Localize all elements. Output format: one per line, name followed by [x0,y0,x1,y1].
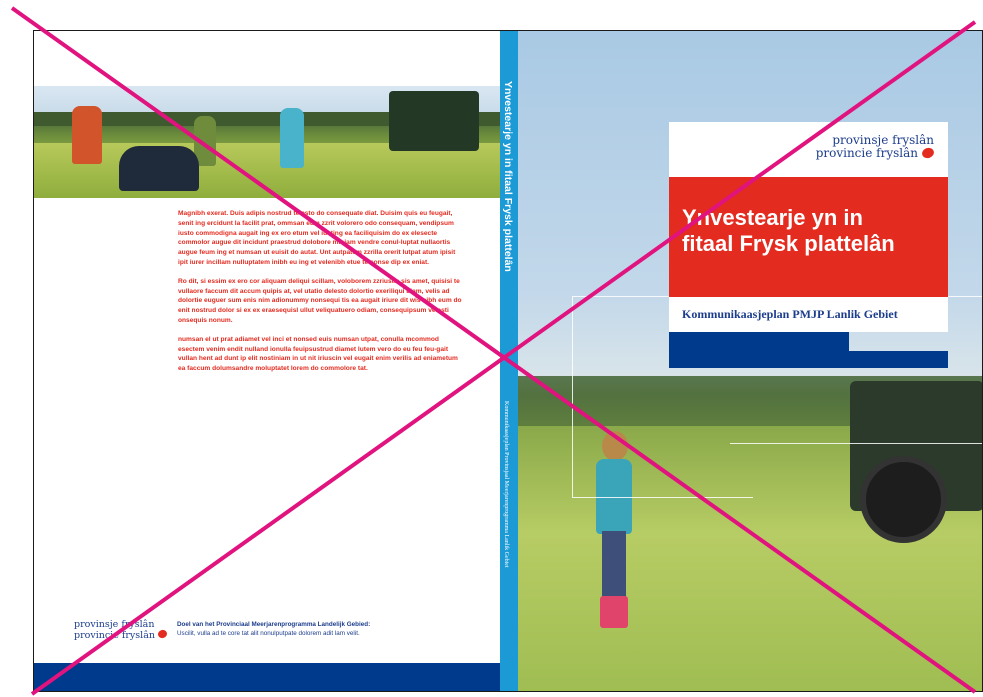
back-cover-photo [34,86,500,198]
cover-subtitle: Kommunikaasjeplan PMJP Lanlik Gebiet [682,307,898,321]
child-figure [72,106,102,164]
heart-logo-icon [156,628,169,640]
cover-title: Ynvestearje yn in fitaal Frysk plattelân [682,205,895,256]
tractor-figure [389,91,479,151]
spine-title: Ynvestearje yn in fitaal Frysk plattelân [502,81,514,272]
booklet-spread: Magnibh exerat. Duis adipis nostrud te e… [33,30,983,692]
title-block: provinsje fryslân provincie fryslân Ynve… [669,122,948,368]
paragraph: Magnibh exerat. Duis adipis nostrud te e… [178,210,456,266]
footer-text: Doel van het Provinciaal Meerjarenprogra… [177,621,371,637]
front-cover: provinsje fryslân provincie fryslân Ynve… [518,31,982,691]
spine: Ynvestearje yn in fitaal Frysk plattelân… [500,31,518,691]
province-logo: provinsje fryslân provincie fryslân [815,133,936,160]
back-cover-blue-bar [34,663,500,691]
spine-subtitle: Kommunikaasjeplan Provinsjaal Meerjarenp… [503,401,509,568]
tractor-figure [850,381,982,543]
province-logo: provinsje fryslân provincie fryslân [74,620,169,641]
car-figure [119,146,199,191]
back-cover: Magnibh exerat. Duis adipis nostrud te e… [34,31,500,691]
paragraph: Ro dit, si essim ex ero cor aliquam deli… [178,277,462,324]
back-cover-footer: provinsje fryslân provincie fryslân Doel… [74,620,494,650]
decorative-line [730,443,982,444]
heart-logo-icon [920,145,936,160]
paragraph: numsan el ut prat adiamet vel inci et no… [178,335,458,373]
child-figure [280,108,304,168]
back-cover-text: Magnibh exerat. Duis adipis nostrud te e… [178,209,463,383]
